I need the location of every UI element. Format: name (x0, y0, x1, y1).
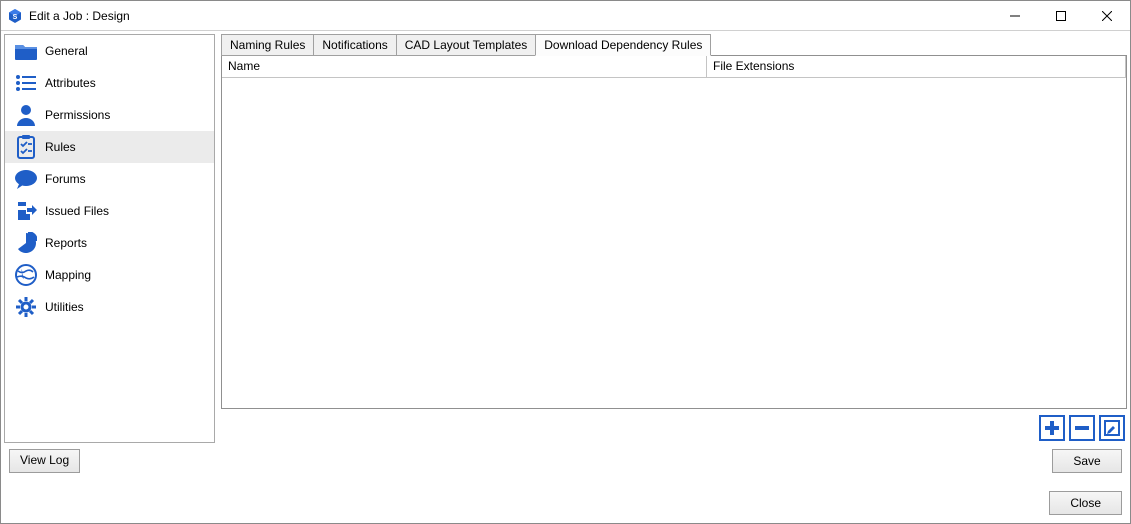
view-log-button[interactable]: View Log (9, 449, 80, 473)
button-label: Save (1073, 454, 1100, 468)
sidebar-item-forums[interactable]: Forums (5, 163, 214, 195)
sidebar-item-permissions[interactable]: Permissions (5, 99, 214, 131)
sidebar-label: Issued Files (45, 204, 109, 218)
save-button[interactable]: Save (1052, 449, 1122, 473)
pie-chart-icon (13, 230, 39, 256)
window-title: Edit a Job : Design (29, 9, 992, 23)
tab-naming-rules[interactable]: Naming Rules (221, 34, 314, 56)
sidebar-label: Permissions (45, 108, 110, 122)
svg-text:S: S (13, 14, 18, 21)
title-bar: S Edit a Job : Design (1, 1, 1130, 31)
column-header-file-extensions[interactable]: File Extensions (707, 56, 1126, 77)
chat-icon (13, 166, 39, 192)
sidebar-item-utilities[interactable]: Utilities (5, 291, 214, 323)
minimize-button[interactable] (992, 1, 1038, 31)
sidebar-label: Rules (45, 140, 76, 154)
export-icon (13, 198, 39, 224)
button-label: Close (1070, 496, 1101, 510)
sidebar-label: Utilities (45, 300, 84, 314)
column-header-name[interactable]: Name (222, 56, 707, 77)
tab-notifications[interactable]: Notifications (313, 34, 396, 56)
close-window-button[interactable] (1084, 1, 1130, 31)
rules-table: Name File Extensions (221, 55, 1127, 409)
sidebar-item-attributes[interactable]: Attributes (5, 67, 214, 99)
tab-label: Notifications (322, 38, 387, 52)
table-body-empty (222, 78, 1126, 408)
sidebar-item-mapping[interactable]: Mapping (5, 259, 214, 291)
tab-label: Naming Rules (230, 38, 305, 52)
clipboard-icon (13, 134, 39, 160)
tab-label: CAD Layout Templates (405, 38, 528, 52)
button-label: View Log (20, 453, 69, 467)
tab-cad-layout-templates[interactable]: CAD Layout Templates (396, 34, 537, 56)
remove-button[interactable] (1069, 415, 1095, 441)
app-icon: S (7, 8, 23, 24)
sidebar-label: Reports (45, 236, 87, 250)
sidebar-item-issued-files[interactable]: Issued Files (5, 195, 214, 227)
sidebar-label: Mapping (45, 268, 91, 282)
maximize-button[interactable] (1038, 1, 1084, 31)
tab-download-dependency-rules[interactable]: Download Dependency Rules (535, 34, 711, 56)
sidebar-item-reports[interactable]: Reports (5, 227, 214, 259)
sidebar: General Attributes (4, 34, 215, 443)
add-button[interactable] (1039, 415, 1065, 441)
close-button[interactable]: Close (1049, 491, 1122, 515)
tab-label: Download Dependency Rules (544, 38, 702, 52)
tab-bar: Naming Rules Notifications CAD Layout Te… (221, 34, 1127, 56)
sidebar-item-general[interactable]: General (5, 35, 214, 67)
globe-icon (13, 262, 39, 288)
folder-icon (13, 38, 39, 64)
list-icon (13, 70, 39, 96)
edit-button[interactable] (1099, 415, 1125, 441)
sidebar-label: Forums (45, 172, 86, 186)
sidebar-label: General (45, 44, 88, 58)
sidebar-item-rules[interactable]: Rules (5, 131, 214, 163)
sidebar-label: Attributes (45, 76, 96, 90)
user-icon (13, 102, 39, 128)
gear-icon (13, 294, 39, 320)
